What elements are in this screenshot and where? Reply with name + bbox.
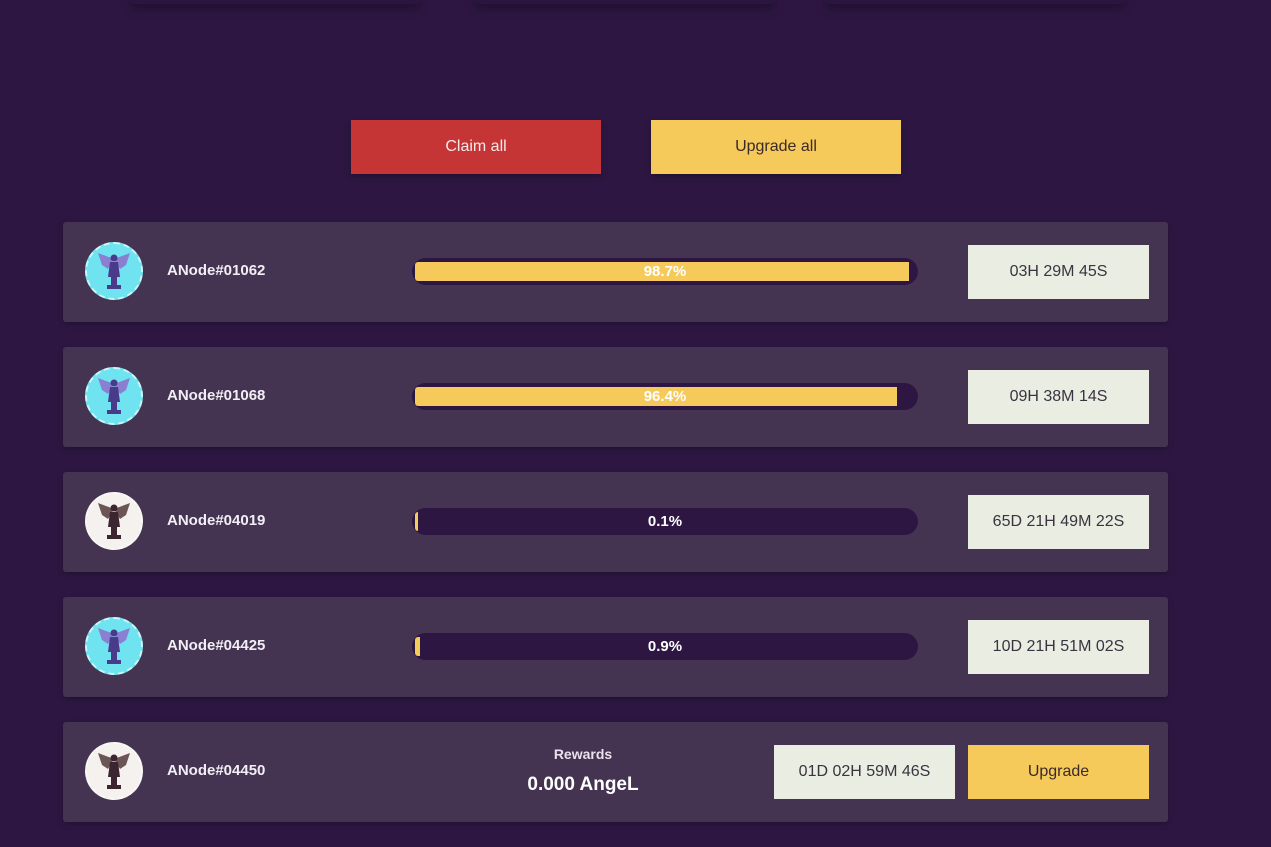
angel-statue-icon	[85, 242, 143, 300]
rewards-label: Rewards	[553, 746, 613, 762]
top-card-edge	[475, 0, 775, 4]
progress-bar: 98.7%	[412, 258, 918, 285]
rewards-value: 0.000 AngeL	[527, 774, 639, 795]
progress-label: 0.1%	[647, 513, 683, 530]
node-row: ANode#04450 Rewards 0.000 AngeL 01D 02H …	[63, 722, 1168, 822]
node-row: ANode#01062 98.7% 03H 29M 45S	[63, 222, 1168, 322]
progress-bar: 0.1%	[412, 508, 918, 535]
top-card-edge	[130, 0, 420, 4]
upgrade-button[interactable]: Upgrade	[968, 745, 1149, 799]
node-name: ANode#01062	[167, 262, 266, 279]
countdown-timer: 09H 38M 14S	[968, 370, 1149, 424]
node-name: ANode#01068	[167, 387, 266, 404]
countdown-timer: 65D 21H 49M 22S	[968, 495, 1149, 549]
countdown-timer: 10D 21H 51M 02S	[968, 620, 1149, 674]
countdown-timer: 03H 29M 45S	[968, 245, 1149, 299]
node-row: ANode#04019 0.1% 65D 21H 49M 22S	[63, 472, 1168, 572]
claim-all-button[interactable]: Claim all	[351, 120, 601, 174]
angel-statue-icon	[85, 617, 143, 675]
node-name: ANode#04450	[167, 762, 266, 779]
upgrade-all-button[interactable]: Upgrade all	[651, 120, 901, 174]
progress-label: 98.7%	[643, 263, 687, 280]
node-row: ANode#04425 0.9% 10D 21H 51M 02S	[63, 597, 1168, 697]
progress-label: 96.4%	[643, 388, 687, 405]
progress-bar: 96.4%	[412, 383, 918, 410]
angel-statue-icon	[85, 367, 143, 425]
node-name: ANode#04019	[167, 512, 266, 529]
progress-label: 0.9%	[647, 638, 683, 655]
countdown-timer: 01D 02H 59M 46S	[774, 745, 955, 799]
node-name: ANode#04425	[167, 637, 266, 654]
progress-bar: 0.9%	[412, 633, 918, 660]
angel-statue-icon	[85, 742, 143, 800]
top-card-edge	[825, 0, 1125, 4]
node-row: ANode#01068 96.4% 09H 38M 14S	[63, 347, 1168, 447]
angel-statue-icon	[85, 492, 143, 550]
